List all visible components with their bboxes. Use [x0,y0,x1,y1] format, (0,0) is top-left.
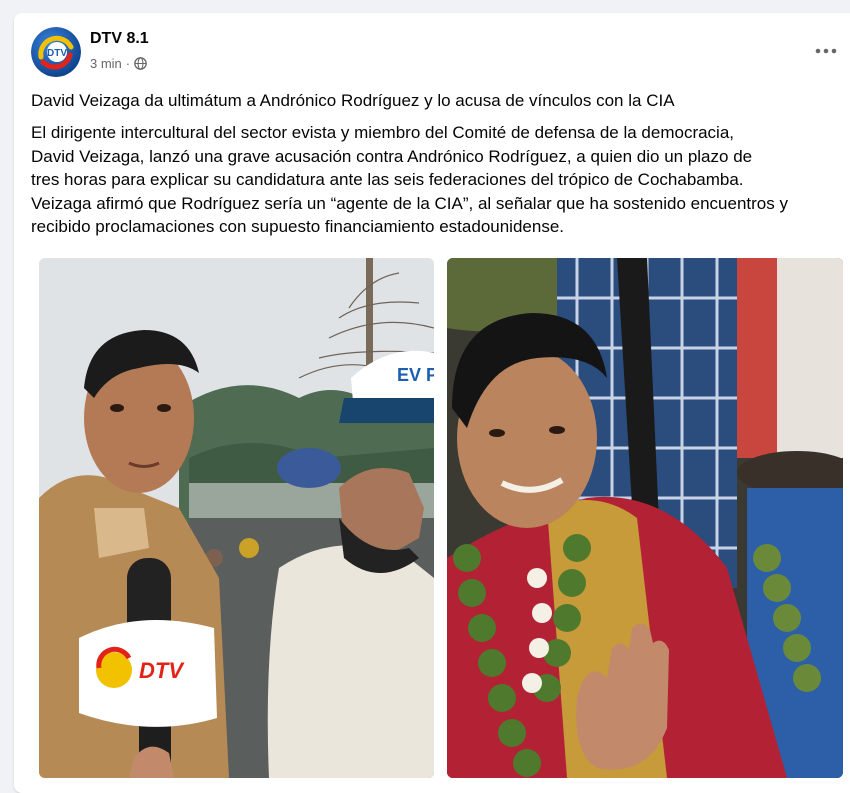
globe-icon [134,57,147,70]
post-body-line: recibido proclamaciones con supuesto fin… [31,217,565,237]
page-name[interactable]: DTV 8.1 [90,30,149,48]
post-body: El dirigente intercultural del sector ev… [31,121,850,239]
photo-man-with-microphone: EV Pu DTV [39,258,434,778]
post-body-line: El dirigente intercultural del sector ev… [31,123,735,142]
post-time[interactable]: 3 min [90,56,122,71]
dtv-logo-icon: DTV [31,27,81,77]
post-body-line: David Veizaga, lanzó una grave acusación… [31,146,753,166]
post-body-line: tres horas para explicar su candidatura … [31,170,744,190]
meta-separator: · [125,56,131,71]
more-options-icon [815,48,837,54]
post-meta: 3 min · [90,56,147,71]
more-options-button[interactable] [808,37,844,65]
post-photo-right[interactable] [447,258,843,778]
post-card: DTV DTV 8.1 3 min · David Veizaga da ult… [14,13,850,793]
page-avatar[interactable]: DTV [31,27,81,77]
post-body-line: Veizaga afirmó que Rodríguez sería un “a… [31,193,788,213]
mic-logo-text: DTV [139,658,185,683]
photo-man-waving [447,258,843,778]
cap-text: EV Pu [397,365,434,385]
post-photo-left[interactable]: EV Pu DTV [39,258,434,778]
post-headline: David Veizaga da ultimátum a Andrónico R… [31,91,675,110]
svg-text:DTV: DTV [47,48,67,59]
